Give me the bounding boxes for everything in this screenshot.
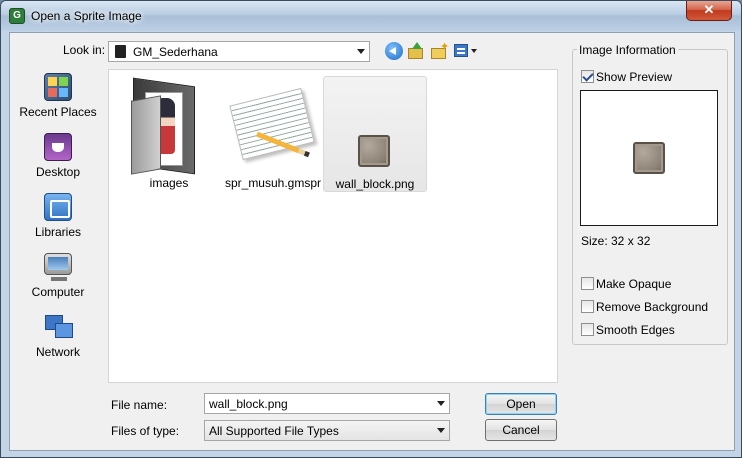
place-recent-places[interactable]: Recent Places [10, 71, 106, 129]
file-name-label: File name: [111, 398, 168, 412]
preview-image-icon [633, 142, 665, 174]
folder-icon [115, 45, 126, 58]
recent-places-icon [44, 73, 72, 101]
close-button[interactable]: ✕ [686, 1, 732, 21]
app-icon: G [9, 8, 25, 24]
look-in-label: Look in: [63, 43, 106, 57]
file-name-input[interactable]: wall_block.png [204, 393, 450, 414]
image-preview [580, 90, 718, 226]
place-network[interactable]: Network [10, 311, 106, 369]
open-button[interactable]: Open [485, 393, 557, 415]
look-in-dropdown[interactable]: GM_Sederhana [108, 41, 370, 62]
show-preview-checkbox[interactable] [581, 70, 594, 83]
image-size-text: Size: 32 x 32 [581, 234, 651, 248]
place-label: Desktop [35, 165, 81, 179]
place-label: Computer [31, 285, 85, 299]
smooth-edges-checkbox[interactable] [581, 323, 594, 336]
file-name-label: wall_block.png [335, 177, 415, 191]
place-computer[interactable]: Computer [10, 251, 106, 309]
network-icon [44, 313, 73, 341]
file-type-select[interactable]: All Supported File Types [204, 420, 450, 441]
view-menu-icon[interactable] [454, 42, 478, 60]
remove-background-checkbox[interactable] [581, 300, 594, 313]
show-preview-label: Show Preview [596, 70, 673, 84]
file-name-label: images [149, 176, 189, 190]
image-information-title: Image Information [577, 43, 678, 57]
desktop-icon [44, 133, 72, 161]
cancel-button[interactable]: Cancel [485, 419, 557, 441]
libraries-icon [44, 193, 72, 221]
file-item-spr-musuh[interactable]: spr_musuh.gmspr [221, 76, 325, 192]
image-thumbnail-icon [358, 135, 390, 167]
place-label: Network [35, 345, 80, 359]
file-item-wall-block[interactable]: wall_block.png [323, 76, 427, 192]
file-item-images[interactable]: images [117, 76, 221, 192]
file-name-value: wall_block.png [209, 397, 288, 411]
file-list[interactable]: images spr_musuh.gmspr wall_block.png [108, 69, 558, 383]
make-opaque-checkbox[interactable] [581, 277, 594, 290]
window-title: Open a Sprite Image [31, 9, 142, 23]
place-libraries[interactable]: Libraries [10, 191, 106, 249]
make-opaque-label: Make Opaque [596, 277, 672, 291]
file-name-label: spr_musuh.gmspr [224, 176, 322, 190]
title-bar[interactable]: G Open a Sprite Image ✕ [1, 1, 741, 31]
dialog-window: G Open a Sprite Image ✕ Look in: GM_Sede… [0, 0, 742, 458]
place-label: Recent Places [19, 105, 97, 119]
places-bar: Recent Places Desktop Libraries Computer… [10, 69, 106, 369]
file-type-value: All Supported File Types [209, 424, 339, 438]
look-in-value: GM_Sederhana [133, 45, 218, 59]
chevron-down-icon[interactable] [437, 428, 445, 433]
smooth-edges-label: Smooth Edges [596, 323, 675, 337]
back-icon[interactable] [385, 42, 403, 60]
dialog-body: Look in: GM_Sederhana ✦ Recent Places De… [9, 32, 735, 451]
remove-background-label: Remove Background [596, 300, 709, 314]
place-label: Libraries [34, 225, 82, 239]
file-type-label: Files of type: [111, 424, 180, 438]
chevron-down-icon[interactable] [437, 401, 445, 406]
place-desktop[interactable]: Desktop [10, 131, 106, 189]
computer-icon [44, 253, 72, 281]
new-folder-icon[interactable]: ✦ [430, 42, 449, 60]
chevron-down-icon[interactable] [357, 49, 365, 54]
up-folder-icon[interactable] [407, 42, 425, 60]
